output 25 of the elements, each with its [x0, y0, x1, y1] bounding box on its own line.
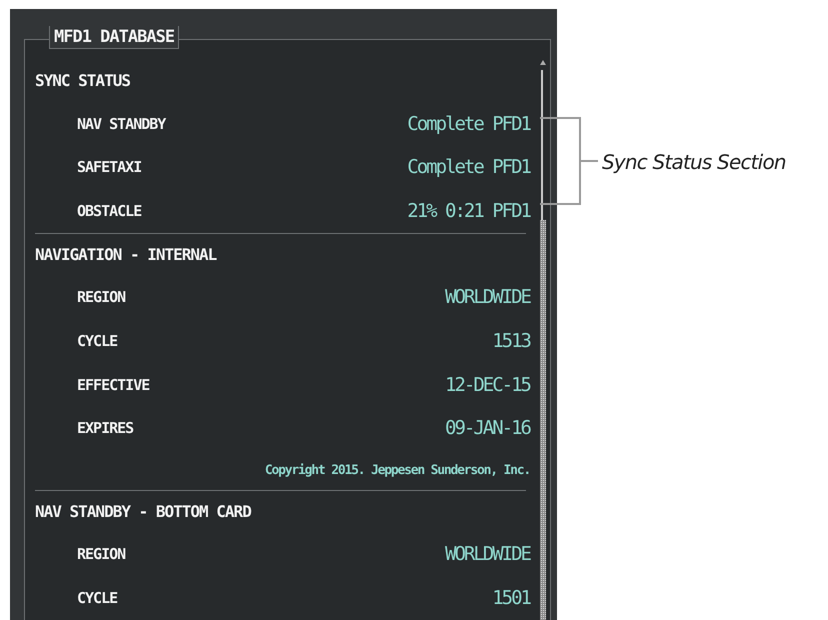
field-label: CYCLE — [77, 332, 118, 350]
panel-title: MFD1 DATABASE — [49, 26, 180, 49]
scroll-bar[interactable] — [539, 60, 547, 620]
callout-label: Sync Status Section — [602, 150, 786, 174]
section-heading: NAVIGATION - INTERNAL — [35, 245, 216, 264]
field-value: Complete PFD1 — [407, 112, 530, 135]
field-value: 21% 0:21 PFD1 — [407, 200, 530, 222]
field-label: EFFECTIVE — [77, 376, 150, 394]
field-value: 1501 — [492, 587, 530, 610]
field-label: EXPIRES — [77, 419, 134, 438]
field-value: 1513 — [492, 330, 530, 352]
copyright-note: Copyright 2015. Jeppesen Sunderson, Inc. — [264, 462, 530, 478]
field-label: REGION — [77, 288, 126, 306]
field-value: WORLDWIDE — [445, 286, 530, 308]
section-heading: SYNC STATUS — [35, 71, 130, 90]
field-value: Complete PFD1 — [407, 156, 530, 178]
section-heading: NAV STANDBY - BOTTOM CARD — [35, 502, 251, 522]
field-label: OBSTACLE — [77, 202, 142, 220]
field-value: 12-DEC-15 — [445, 374, 530, 396]
field-label: SAFETAXI — [77, 158, 142, 176]
field-label: NAV STANDBY — [77, 114, 166, 133]
field-label: CYCLE — [77, 589, 118, 608]
field-value: 09-JAN-16 — [445, 417, 530, 440]
field-value: WORLDWIDE — [445, 543, 530, 566]
field-label: REGION — [77, 545, 126, 564]
